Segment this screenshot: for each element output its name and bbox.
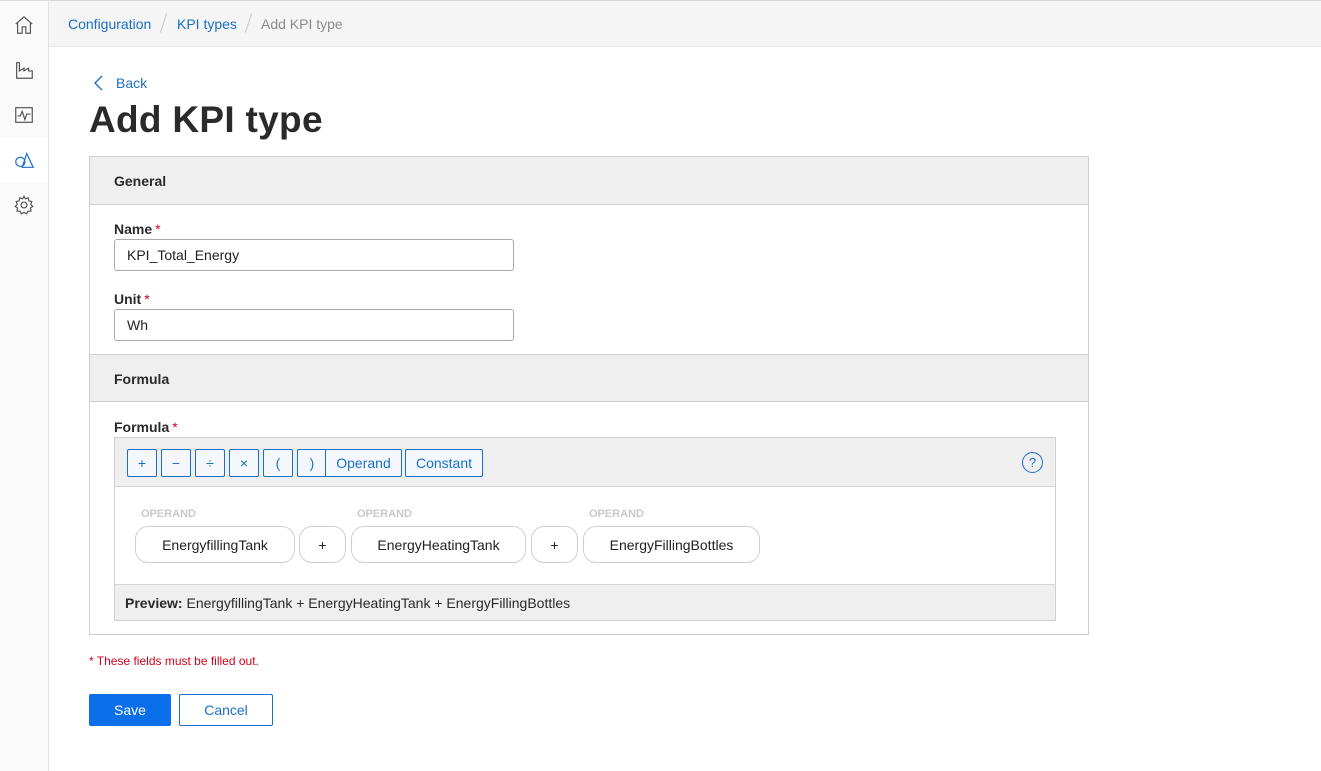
section-header-general: General	[90, 157, 1088, 205]
breadcrumb-separator	[244, 13, 253, 33]
formula-preview: Preview: EnergyfillingTank + EnergyHeati…	[115, 584, 1055, 620]
required-mark: *	[155, 221, 161, 237]
sidebar-item-settings[interactable]	[0, 183, 48, 227]
unit-label-text: Unit	[114, 291, 142, 307]
formula-toolbar: + − ÷ × ( ) Operand Constant ?	[115, 438, 1055, 487]
formula-operator-chip[interactable]: +	[531, 526, 578, 563]
sidebar-item-plant[interactable]	[0, 48, 48, 92]
required-mark: *	[144, 291, 150, 307]
cancel-button[interactable]: Cancel	[179, 694, 273, 726]
back-link[interactable]: Back	[93, 75, 147, 91]
formula-editor: + − ÷ × ( ) Operand Constant ? OPERAND E…	[114, 437, 1056, 621]
required-mark: *	[172, 419, 178, 435]
section-title-general: General	[114, 173, 167, 189]
home-icon	[15, 15, 33, 34]
operand-caption: OPERAND	[589, 508, 645, 520]
sidebar-item-monitoring[interactable]	[0, 93, 48, 137]
gear-icon	[14, 195, 34, 215]
page-title: Add KPI type	[89, 99, 323, 140]
operand-button[interactable]: Operand	[325, 449, 402, 477]
sidebar-item-home[interactable]	[0, 3, 48, 47]
back-label: Back	[116, 75, 148, 91]
formula-operand-chip[interactable]: EnergyfillingTank	[135, 526, 295, 563]
help-icon[interactable]: ?	[1022, 452, 1043, 473]
minus-button[interactable]: −	[161, 449, 191, 477]
breadcrumb: Configuration KPI types Add KPI type	[49, 0, 1321, 47]
close-paren-button[interactable]: )	[297, 449, 327, 477]
formula-operator-chip[interactable]: +	[299, 526, 346, 563]
kpi-form-card: General Name* Unit* Formula Formula* + −…	[89, 156, 1089, 635]
unit-input[interactable]	[114, 309, 514, 341]
operand-caption: OPERAND	[141, 508, 197, 520]
formula-operand-chip[interactable]: EnergyHeatingTank	[351, 526, 526, 563]
open-paren-button[interactable]: (	[263, 449, 293, 477]
name-label-text: Name	[114, 221, 153, 237]
unit-label: Unit *	[114, 291, 150, 307]
shapes-icon	[15, 151, 35, 168]
preview-label: Preview:	[125, 595, 183, 611]
name-label: Name *	[114, 221, 161, 237]
sidebar-nav	[0, 0, 49, 771]
formula-operand-chip[interactable]: EnergyFillingBottles	[583, 526, 760, 563]
operand-caption: OPERAND	[357, 508, 413, 520]
breadcrumb-separator	[159, 13, 168, 33]
monitoring-icon	[15, 107, 33, 123]
factory-icon	[16, 62, 33, 79]
formula-label: Formula *	[114, 419, 178, 435]
breadcrumb-kpi-types[interactable]: KPI types	[177, 16, 237, 32]
multiply-button[interactable]: ×	[229, 449, 259, 477]
section-header-formula: Formula	[90, 354, 1088, 402]
formula-label-text: Formula	[114, 419, 170, 435]
sidebar-item-configuration[interactable]	[0, 138, 48, 182]
breadcrumb-configuration[interactable]: Configuration	[68, 16, 151, 32]
constant-button[interactable]: Constant	[405, 449, 483, 477]
divide-button[interactable]: ÷	[195, 449, 225, 477]
preview-text: EnergyfillingTank + EnergyHeatingTank + …	[186, 595, 571, 611]
plus-button[interactable]: +	[127, 449, 157, 477]
chevron-left-icon	[94, 75, 103, 91]
breadcrumb-current: Add KPI type	[261, 16, 343, 32]
required-note: * These fields must be filled out.	[89, 654, 259, 668]
save-button[interactable]: Save	[89, 694, 171, 726]
name-input[interactable]	[114, 239, 514, 271]
section-title-formula: Formula	[114, 371, 170, 387]
